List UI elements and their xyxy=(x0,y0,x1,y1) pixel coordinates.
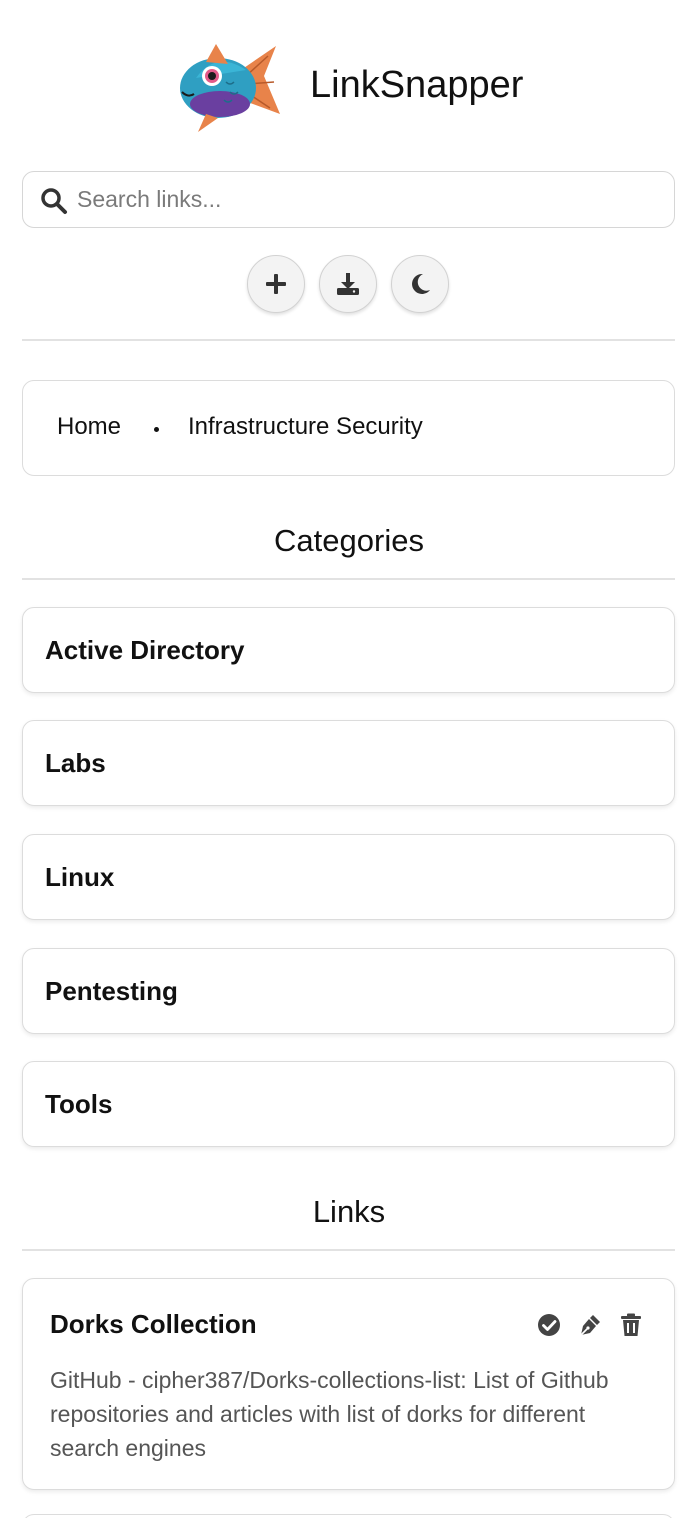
trash-icon[interactable] xyxy=(618,1312,644,1338)
plus-icon xyxy=(266,274,286,294)
category-card[interactable]: Tools xyxy=(22,1061,675,1147)
breadcrumb: Home Infrastructure Security xyxy=(22,380,675,476)
app-title: LinkSnapper xyxy=(310,64,524,106)
category-card[interactable]: Labs xyxy=(22,720,675,806)
category-label: Linux xyxy=(45,862,115,892)
divider xyxy=(22,1249,675,1251)
add-button[interactable] xyxy=(247,255,305,313)
link-card[interactable]: Dorks Collection GitHub - cipher387/Dork… xyxy=(22,1278,675,1490)
category-card[interactable]: Active Directory xyxy=(22,607,675,693)
divider xyxy=(22,339,675,341)
link-title[interactable]: Dorks Collection xyxy=(50,1309,257,1340)
links-heading: Links xyxy=(312,1194,386,1229)
search-input[interactable] xyxy=(77,172,657,226)
moon-icon xyxy=(412,273,430,294)
divider xyxy=(22,578,675,580)
search-icon xyxy=(41,188,67,214)
categories-heading: Categories xyxy=(274,523,424,558)
category-card[interactable]: Pentesting xyxy=(22,948,675,1034)
category-card[interactable]: Linux xyxy=(22,834,675,920)
breadcrumb-separator xyxy=(154,427,159,432)
link-card[interactable] xyxy=(22,1514,675,1518)
download-icon xyxy=(337,273,359,295)
search-bar[interactable] xyxy=(22,171,675,228)
download-button[interactable] xyxy=(319,255,377,313)
check-circle-icon[interactable] xyxy=(536,1312,562,1338)
pen-icon[interactable] xyxy=(577,1312,603,1338)
category-label: Pentesting xyxy=(45,976,178,1006)
fish-logo xyxy=(180,44,280,132)
link-description: GitHub - cipher387/Dorks-collections-lis… xyxy=(50,1367,609,1461)
breadcrumb-current: Infrastructure Security xyxy=(188,413,423,440)
category-label: Tools xyxy=(45,1089,113,1119)
app-header: LinkSnapper xyxy=(0,40,698,132)
breadcrumb-home-link[interactable]: Home xyxy=(57,413,121,441)
category-label: Labs xyxy=(45,748,106,778)
category-label: Active Directory xyxy=(45,635,245,665)
theme-toggle-button[interactable] xyxy=(391,255,449,313)
